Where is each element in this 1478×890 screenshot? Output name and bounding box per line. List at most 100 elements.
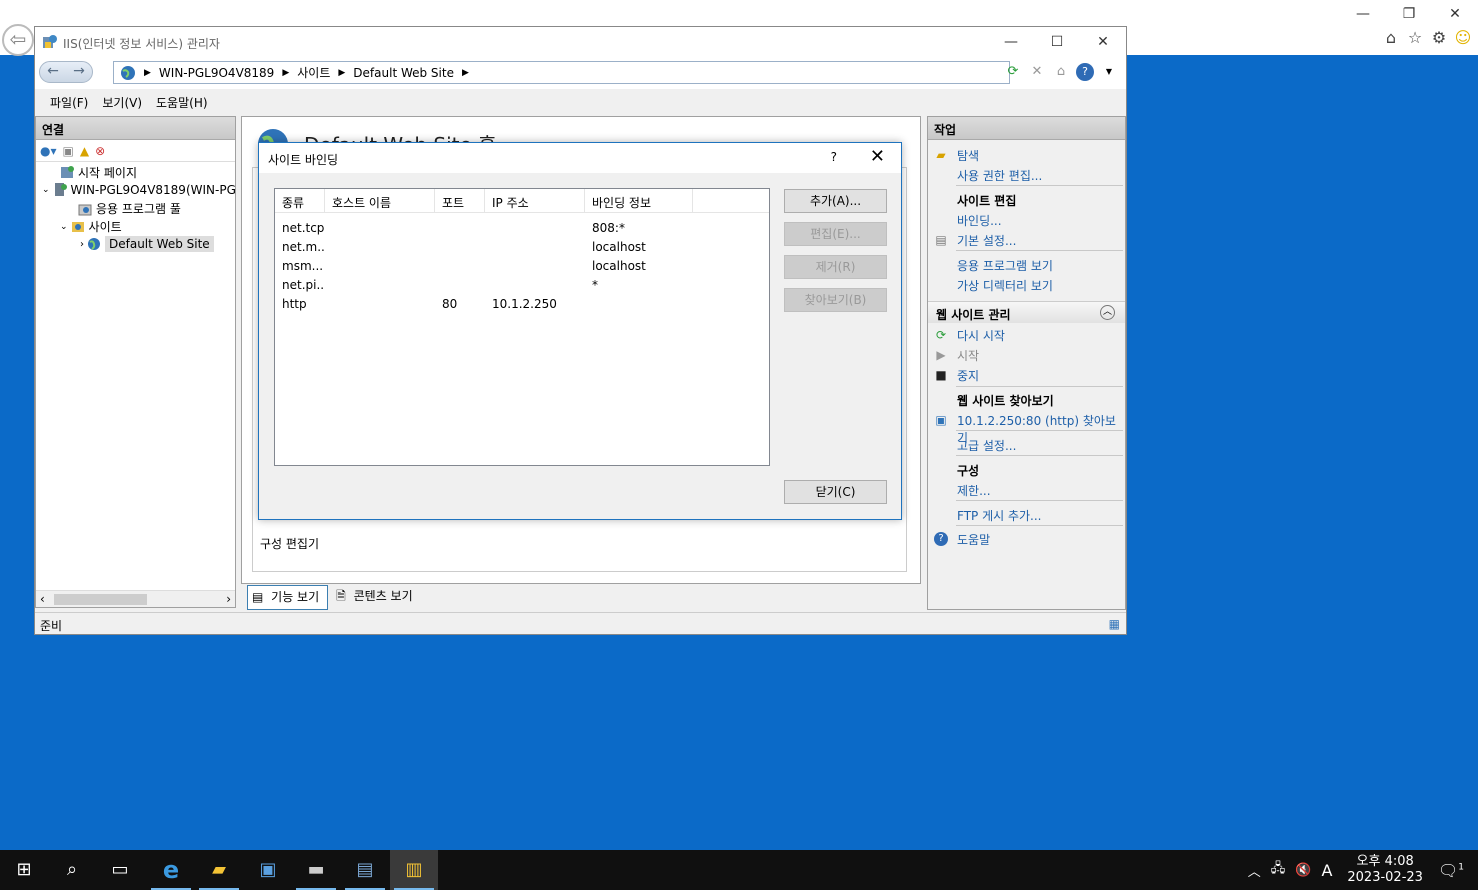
file-explorer-icon[interactable]: ▰ [195, 850, 243, 890]
dialog-title: 사이트 바인딩 [268, 153, 339, 167]
chevron-down-icon[interactable]: ⌄ [60, 222, 68, 232]
tree-default-web-site[interactable]: › Default Web Site [80, 236, 214, 252]
iis-manager-taskbar-icon[interactable]: ▥ [390, 850, 438, 890]
search-icon[interactable]: ⌕ [48, 850, 96, 890]
remote-desktop-icon[interactable]: ▤ [341, 850, 389, 890]
address-bar[interactable]: ▶ WIN-PGL9O4V8189 ▶ 사이트 ▶ Default Web Si… [113, 61, 1010, 84]
forward-icon[interactable]: → [66, 62, 92, 82]
column-ip[interactable]: IP 주소 [485, 189, 585, 212]
breadcrumb-separator-icon[interactable]: ▶ [144, 68, 151, 78]
chevron-right-icon[interactable]: › [80, 239, 84, 250]
home-icon[interactable]: ⌂ [1052, 63, 1070, 81]
breadcrumb-separator-icon[interactable]: ▶ [338, 68, 345, 78]
restart-icon: ⟳ [935, 328, 947, 342]
chevron-down-icon[interactable]: ▼ [1100, 63, 1118, 81]
address-row: ← → ▶ WIN-PGL9O4V8189 ▶ 사이트 ▶ Default We… [35, 57, 1126, 89]
start-windows-icon[interactable]: ⊞ [0, 850, 48, 890]
internet-explorer-icon[interactable]: e [147, 850, 195, 890]
notification-icon[interactable]: 🗨1 [1433, 861, 1478, 880]
clock[interactable]: 오후 4:08 2023-02-23 [1337, 854, 1433, 886]
breadcrumb-separator-icon[interactable]: ▶ [462, 68, 469, 78]
restore-icon[interactable]: ❐ [1386, 0, 1432, 28]
binding-row[interactable]: msm... localhost [275, 257, 769, 276]
menu-help[interactable]: 도움말(H) [149, 94, 215, 111]
breadcrumb-site[interactable]: Default Web Site [353, 66, 454, 80]
browser-window-controls: — ❐ ✕ [1340, 0, 1478, 28]
column-binding-info[interactable]: 바인딩 정보 [585, 189, 693, 212]
breadcrumb-separator-icon[interactable]: ▶ [282, 68, 289, 78]
browse-binding-button[interactable]: 찾아보기(B) [784, 288, 887, 312]
status-text: 준비 [40, 619, 63, 633]
feedback-smiley-icon[interactable]: ☺ [1454, 28, 1472, 48]
add-binding-button[interactable]: 추가(A)... [784, 189, 887, 213]
refresh-icon[interactable]: ⟳ [1004, 63, 1022, 81]
stop-icon[interactable]: ✕ [1028, 63, 1046, 81]
divider [956, 500, 1123, 501]
system-tray: ︿ 🖧 🔇 A 오후 4:08 2023-02-23 🗨1 [1243, 850, 1478, 890]
tab-features-view[interactable]: ▤ 기능 보기 [247, 585, 329, 610]
save-icon[interactable]: ▣ [63, 144, 74, 158]
remove-binding-button[interactable]: 제거(R) [784, 255, 887, 279]
up-folder-icon[interactable]: ▲ [80, 144, 89, 158]
help-icon[interactable]: ? [1076, 63, 1094, 81]
back-arrow-icon[interactable]: ⇦ [2, 24, 34, 56]
tab-content-view[interactable]: 🗎 콘텐츠 보기 [332, 585, 420, 610]
collapse-icon[interactable]: ︿ [1100, 305, 1115, 320]
tree-server[interactable]: ⌄ WIN-PGL9O4V8189(WIN-PG [42, 182, 236, 197]
connections-header: 연결 [36, 117, 235, 140]
ime-indicator[interactable]: A [1316, 861, 1337, 880]
chevron-up-icon[interactable]: ︿ [1243, 861, 1266, 880]
server-icon [54, 183, 67, 196]
close-dialog-button[interactable]: 닫기(C) [784, 480, 887, 504]
server-manager-icon[interactable]: ▣ [244, 850, 292, 890]
browser-toolbar-icons: ⌂ ☆ ⚙ ☺ [1382, 28, 1472, 48]
taskbar: ⊞ ⌕ ▭ e ▰ ▣ ▬ ▤ ▥ ︿ 🖧 🔇 A 오후 4:08 2023-0… [0, 850, 1478, 890]
bindings-list[interactable]: 종류 호스트 이름 포트 IP 주소 바인딩 정보 net.tcp 808:* n… [274, 188, 770, 466]
volume-muted-icon[interactable]: 🔇 [1290, 863, 1316, 878]
cmd-prompt-icon[interactable]: ▬ [292, 850, 340, 890]
title-bar: IIS(인터넷 정보 서비스) 관리자 — ☐ ✕ [35, 27, 1126, 57]
task-view-icon[interactable]: ▭ [96, 850, 144, 890]
tree-app-pools[interactable]: 응용 프로그램 풀 [78, 200, 181, 217]
breadcrumb-sites[interactable]: 사이트 [297, 64, 330, 81]
maximize-button[interactable]: ☐ [1034, 27, 1080, 57]
back-icon[interactable]: ← [40, 62, 66, 82]
sites-folder-icon [71, 222, 84, 232]
binding-row[interactable]: net.pi... * [275, 276, 769, 295]
dialog-help-button[interactable]: ? [831, 150, 837, 164]
chevron-down-icon[interactable]: ⌄ [42, 185, 50, 195]
binding-row[interactable]: http 80 10.1.2.250 [275, 295, 769, 314]
binding-row[interactable]: net.m... localhost [275, 238, 769, 257]
favorites-star-icon[interactable]: ☆ [1406, 28, 1424, 48]
config-editor-label[interactable]: 구성 편집기 [260, 535, 319, 552]
binding-row[interactable]: net.tcp 808:* [275, 219, 769, 238]
column-port[interactable]: 포트 [435, 189, 485, 212]
menu-view[interactable]: 보기(V) [95, 94, 149, 111]
connect-globe-icon[interactable]: ●▾ [40, 144, 57, 158]
disconnect-icon[interactable]: ⊗ [95, 144, 105, 158]
close-button[interactable]: ✕ [1080, 27, 1126, 57]
minimize-icon[interactable]: — [1340, 0, 1386, 28]
manage-site-group[interactable]: 웹 사이트 관리 ︿ [928, 301, 1125, 323]
close-icon[interactable]: ✕ [1432, 0, 1478, 28]
network-icon[interactable]: 🖧 [1266, 859, 1291, 881]
breadcrumb-server[interactable]: WIN-PGL9O4V8189 [159, 66, 274, 80]
scroll-thumb[interactable] [54, 594, 147, 605]
scroll-right-icon[interactable]: › [226, 592, 231, 606]
column-type[interactable]: 종류 [275, 189, 325, 212]
divider [956, 525, 1123, 526]
menu-bar: 파일(F) 보기(V) 도움말(H) [35, 89, 1126, 115]
scroll-left-icon[interactable]: ‹ [40, 592, 45, 606]
settings-gear-icon[interactable]: ⚙ [1430, 28, 1448, 48]
divider [956, 455, 1123, 456]
horizontal-scrollbar[interactable]: ‹ › [36, 590, 235, 607]
home-icon[interactable]: ⌂ [1382, 28, 1400, 48]
edit-binding-button[interactable]: 편집(E)... [784, 222, 887, 246]
actions-pane: 작업 ▰ 탐색 사용 권한 편집... 사이트 편집 바인딩... ▤ 기본 설… [927, 116, 1126, 610]
column-host[interactable]: 호스트 이름 [325, 189, 435, 212]
menu-file[interactable]: 파일(F) [43, 94, 95, 111]
minimize-button[interactable]: — [988, 27, 1034, 57]
dialog-close-icon[interactable]: ✕ [870, 146, 885, 167]
tree-sites[interactable]: ⌄ 사이트 [60, 218, 122, 235]
tree-start-page[interactable]: 시작 페이지 [60, 164, 137, 181]
